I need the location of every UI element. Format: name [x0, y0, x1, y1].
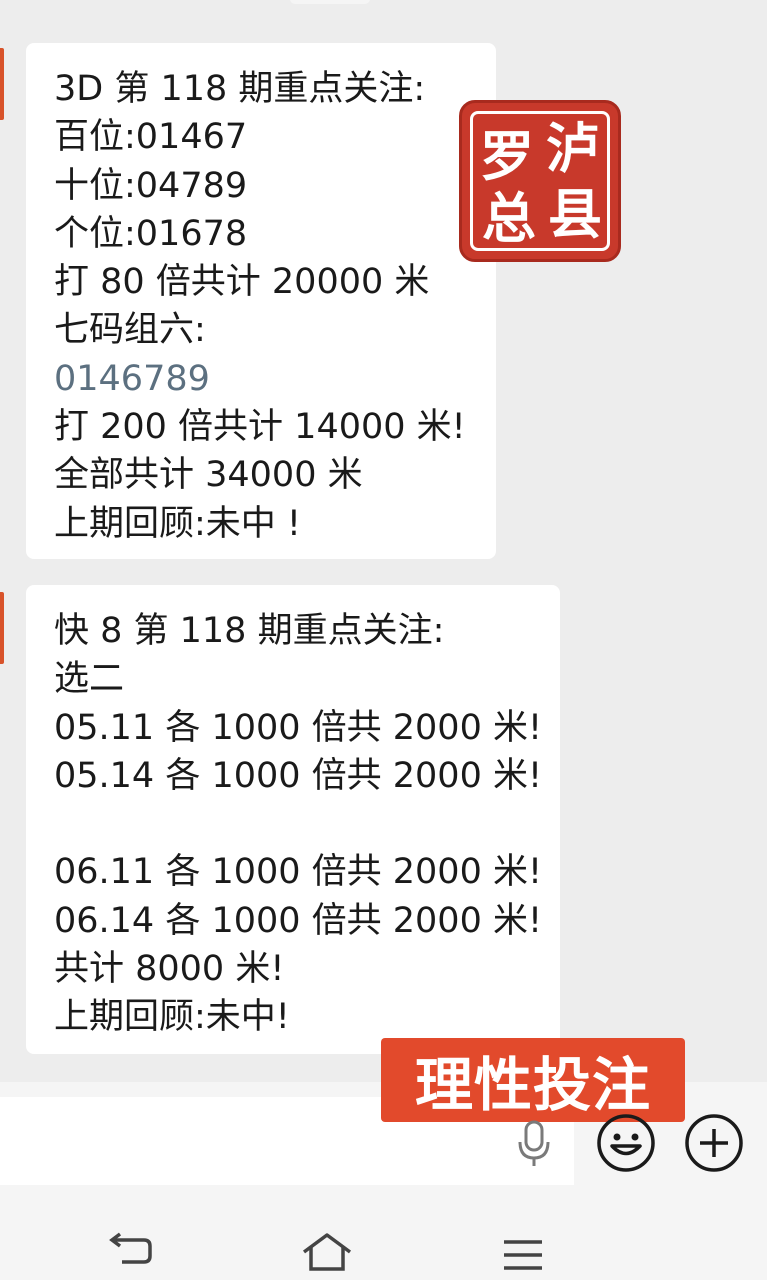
emoji-icon[interactable]	[596, 1113, 656, 1173]
message-line: 05.14 各 1000 倍共 2000 米!	[54, 755, 543, 796]
message-line: 共计 8000 米!	[54, 949, 285, 990]
message-line: 3D 第 118 期重点关注:	[54, 69, 426, 109]
message-line: 个位:01678	[54, 213, 248, 254]
message-line: 06.14 各 1000 倍共 2000 米!	[54, 900, 543, 941]
message-line: 十位:04789	[54, 165, 248, 206]
seal-char: 总	[482, 186, 536, 250]
seal-stamp-image: 泸 罗 县 总	[459, 100, 621, 262]
chat-screen: 3D 第 118 期重点关注: 百位:01467 十位:04789 个位:016…	[0, 0, 767, 1280]
seal-char: 罗	[480, 124, 534, 188]
back-icon[interactable]	[108, 1232, 154, 1272]
message-bubble-3d[interactable]: 3D 第 118 期重点关注: 百位:01467 十位:04789 个位:016…	[26, 43, 496, 559]
number-link[interactable]: 0146789	[54, 355, 468, 403]
seal-char: 泸	[546, 116, 600, 180]
top-handle	[290, 0, 370, 4]
message-line: 百位:01467	[54, 117, 248, 158]
message-bubble-kuai8[interactable]: 快 8 第 118 期重点关注: 选二 05.11 各 1000 倍共 2000…	[26, 585, 560, 1054]
message-line: 选二	[54, 659, 125, 700]
message-line: 打 200 倍共计 14000 米!	[54, 407, 466, 448]
home-icon[interactable]	[300, 1232, 354, 1272]
rational-betting-label: 理性投注	[381, 1038, 685, 1122]
message-line: 上期回顾:未中!	[54, 997, 290, 1038]
message-line	[54, 800, 532, 848]
seal-char: 县	[548, 182, 602, 246]
message-line: 上期回顾:未中 !	[54, 503, 301, 544]
message-line: 七码组六:	[54, 310, 206, 351]
avatar[interactable]	[0, 48, 4, 120]
message-line: 快 8 第 118 期重点关注:	[54, 611, 445, 651]
message-line: 全部共计 34000 米	[54, 455, 363, 496]
avatar[interactable]	[0, 592, 4, 664]
message-line: 05.11 各 1000 倍共 2000 米!	[54, 707, 543, 748]
menu-icon[interactable]	[502, 1238, 544, 1272]
microphone-icon[interactable]	[514, 1120, 554, 1168]
message-line: 06.11 各 1000 倍共 2000 米!	[54, 852, 543, 893]
message-line: 打 80 倍共计 20000 米	[54, 262, 430, 303]
plus-icon[interactable]	[684, 1113, 744, 1173]
